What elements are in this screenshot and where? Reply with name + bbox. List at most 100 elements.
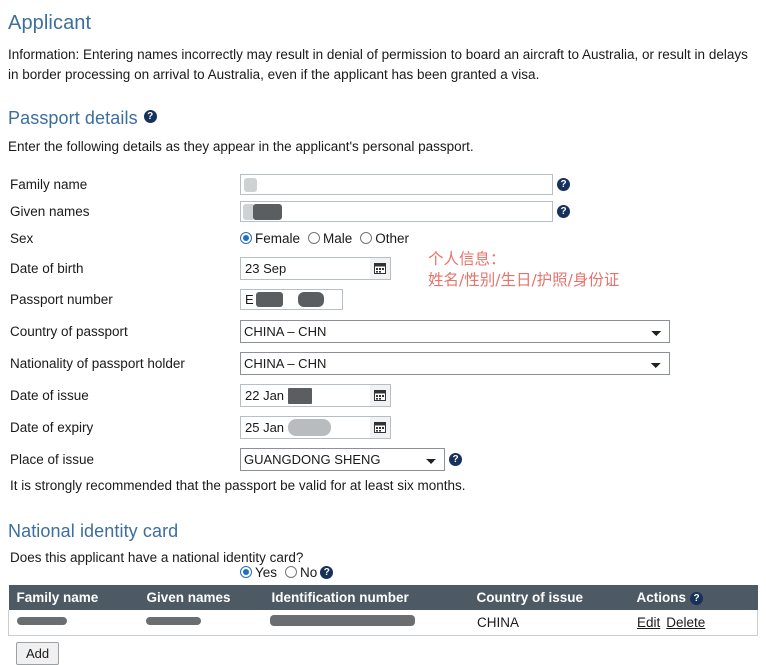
calendar-icon-date-of-birth[interactable] (370, 256, 391, 280)
label-given-names: Given names (10, 203, 90, 219)
date-of-birth-input[interactable] (240, 256, 370, 280)
help-icon-actions[interactable]: ? (690, 591, 704, 605)
information-text: Information: Entering names incorrectly … (8, 47, 748, 82)
radio-indicator-other (360, 232, 373, 245)
row-place-of-issue: Place of issue GUANGDONG SHENG ? (8, 446, 758, 473)
radio-sex-male[interactable]: Male (308, 231, 352, 246)
label-family-name: Family name (10, 176, 88, 192)
table-row: CHINA Edit Delete (8, 609, 758, 636)
table-header-row: Family name Given names Identification n… (8, 584, 758, 610)
radio-label-no: No (300, 564, 318, 580)
page-title: Applicant (8, 12, 92, 34)
help-icon-given-names[interactable]: ? (557, 204, 570, 218)
redaction-row-identification-number (270, 614, 415, 626)
redaction-date-of-issue (288, 387, 312, 404)
column-country-of-issue: Country of issue (468, 584, 629, 610)
cell-identification-number (263, 609, 469, 636)
redaction-passport-number-a (256, 291, 283, 307)
table-body: CHINA Edit Delete (8, 609, 758, 636)
redaction-passport-number-b (298, 291, 324, 307)
control-country-of-passport: CHINA – CHN (240, 319, 670, 343)
row-country-of-passport: Country of passport CHINA – CHN (8, 318, 758, 345)
column-identification-number: Identification number (263, 584, 469, 610)
applicant-page: Applicant Information: Entering names in… (0, 12, 766, 665)
label-country-of-passport: Country of passport (10, 323, 128, 339)
country-of-passport-select[interactable]: CHINA – CHN (240, 319, 670, 343)
control-place-of-issue: GUANGDONG SHENG ? (240, 447, 462, 471)
radio-indicator-no (285, 566, 298, 579)
identity-card-question: Does this applicant have a national iden… (10, 549, 304, 565)
row-passport-number: Passport number (8, 286, 758, 313)
passport-validity-note: It is strongly recommended that the pass… (10, 477, 466, 493)
help-icon-passport-details[interactable]: ? (143, 110, 157, 124)
help-icon-family-name[interactable]: ? (557, 177, 570, 191)
radio-identity-yes[interactable]: Yes (240, 565, 277, 580)
cell-given-names (138, 609, 264, 636)
redaction-row-family-name (17, 616, 67, 625)
label-date-of-birth: Date of birth (10, 260, 84, 276)
edit-link[interactable]: Edit (637, 615, 660, 630)
control-nationality: CHINA – CHN (240, 351, 670, 375)
radio-indicator-yes (240, 566, 252, 579)
radio-sex-other[interactable]: Other (360, 231, 409, 246)
row-date-of-expiry: Date of expiry (8, 414, 758, 441)
radio-label-yes: Yes (255, 564, 278, 580)
annotation-personal-info: 个人信息： 姓名/性别/生日/护照/身份证 (428, 250, 620, 289)
redaction-family-name (244, 177, 257, 192)
control-date-of-expiry (240, 415, 391, 439)
delete-link[interactable]: Delete (666, 615, 705, 630)
redaction-date-of-expiry (288, 418, 331, 436)
control-family-name: ? (240, 173, 570, 195)
passport-details-label: Passport details (8, 108, 138, 129)
table-header: Family name Given names Identification n… (8, 584, 758, 610)
nationality-select[interactable]: CHINA – CHN (240, 351, 670, 375)
column-actions-label: Actions (636, 589, 687, 605)
help-icon-identity-card[interactable]: ? (320, 565, 334, 579)
radio-label-male: Male (323, 230, 353, 246)
row-date-of-issue: Date of issue (8, 382, 758, 409)
label-passport-number: Passport number (10, 291, 113, 307)
control-given-names: ? (240, 200, 570, 222)
label-nationality: Nationality of passport holder (10, 355, 185, 371)
identity-card-radio-group: Yes No ? (240, 565, 758, 580)
cell-country-of-issue: CHINA (468, 609, 629, 636)
row-given-names: Given names ? (8, 198, 758, 225)
place-of-issue-select[interactable]: GUANGDONG SHENG (240, 447, 445, 471)
date-of-issue-wrapper (240, 383, 391, 407)
date-of-birth-wrapper (240, 256, 391, 280)
radio-indicator-female (240, 232, 252, 245)
identity-card-table: Family name Given names Identification n… (8, 584, 758, 636)
sex-radio-group: Female Male Other (240, 231, 417, 246)
row-date-of-birth: Date of birth (8, 255, 758, 282)
control-date-of-issue (240, 383, 391, 407)
help-icon-place-of-issue[interactable]: ? (449, 452, 462, 466)
label-place-of-issue: Place of issue (10, 451, 95, 467)
radio-identity-no[interactable]: No (285, 565, 317, 580)
given-names-input[interactable] (240, 200, 553, 222)
redaction-row-given-names (146, 616, 201, 625)
label-date-of-expiry: Date of expiry (10, 419, 94, 435)
radio-label-female: Female (255, 230, 301, 246)
add-button[interactable]: Add (16, 641, 60, 665)
cell-actions: Edit Delete (628, 609, 758, 636)
column-given-names: Given names (138, 584, 264, 610)
passport-instruction: Enter the following details as they appe… (8, 139, 474, 155)
row-nationality: Nationality of passport holder CHINA – C… (8, 350, 758, 377)
column-family-name: Family name (8, 584, 139, 610)
family-name-input[interactable] (240, 173, 553, 195)
radio-label-other: Other (375, 230, 410, 246)
cell-family-name (8, 609, 139, 636)
identity-card-heading: National identity card (8, 520, 179, 541)
calendar-icon-date-of-issue[interactable] (370, 383, 391, 407)
row-sex: Sex Female Male Other (8, 225, 758, 252)
label-sex: Sex (10, 230, 34, 246)
redaction-given-names-b (253, 203, 282, 220)
control-passport-number (240, 288, 343, 310)
label-date-of-issue: Date of issue (10, 387, 89, 403)
control-date-of-birth (240, 256, 391, 280)
row-family-name: Family name ? (8, 171, 758, 198)
passport-details-heading: Passport details? (8, 108, 758, 129)
column-actions: Actions? (628, 584, 758, 610)
radio-sex-female[interactable]: Female (240, 231, 300, 246)
calendar-icon-date-of-expiry[interactable] (370, 415, 391, 439)
